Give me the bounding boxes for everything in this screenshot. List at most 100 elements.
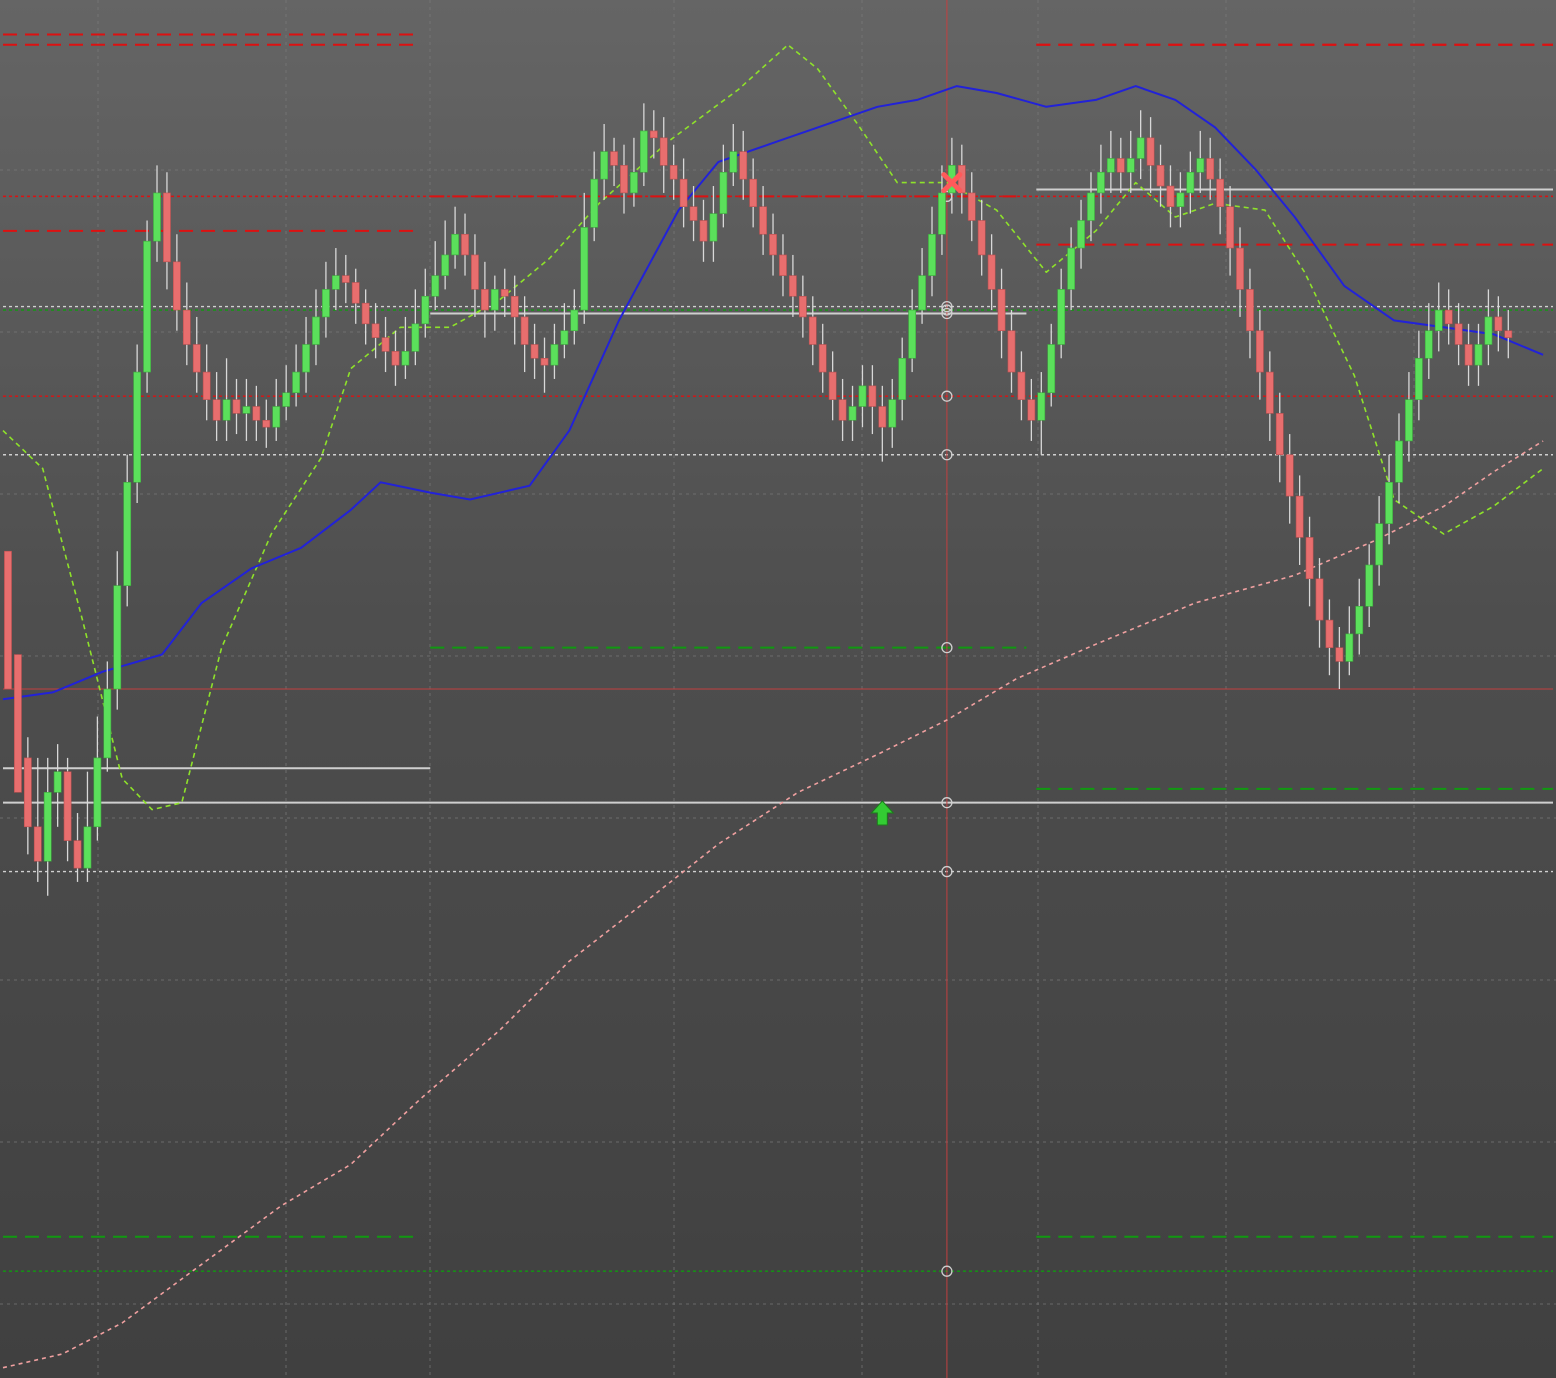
bear-candle[interactable] (1504, 310, 1513, 359)
bull-candle[interactable] (292, 344, 300, 407)
bear-candle[interactable] (1027, 378, 1036, 441)
bull-candle[interactable] (143, 220, 151, 393)
bull-candle[interactable] (1057, 268, 1066, 359)
bear-candle[interactable] (391, 330, 400, 386)
bull-candle[interactable] (312, 289, 320, 366)
bull-candle[interactable] (550, 323, 559, 379)
bull-candle[interactable] (242, 378, 251, 441)
bull-candle[interactable] (1365, 544, 1374, 627)
bull-candle[interactable] (1047, 323, 1056, 407)
bull-candle[interactable] (948, 137, 956, 214)
bear-candle[interactable] (997, 268, 1006, 359)
bear-candle[interactable] (1315, 558, 1324, 648)
bear-candle[interactable] (1275, 392, 1284, 483)
bear-candle[interactable] (649, 110, 658, 159)
bear-candle[interactable] (1325, 599, 1334, 676)
bear-candle[interactable] (361, 289, 370, 345)
bull-candle[interactable] (1037, 372, 1046, 455)
bull-candle[interactable] (1395, 413, 1403, 503)
bear-candle[interactable] (1454, 303, 1463, 366)
bear-candle[interactable] (461, 213, 469, 276)
bull-candle[interactable] (451, 206, 459, 269)
bull-candle[interactable] (590, 151, 599, 242)
bull-candle[interactable] (1345, 606, 1354, 676)
bull-candle[interactable] (1186, 151, 1195, 214)
bear-candle[interactable] (957, 144, 966, 214)
bull-candle[interactable] (133, 344, 142, 503)
bull-candle[interactable] (1405, 372, 1413, 462)
candle-layer[interactable] (4, 103, 1513, 896)
bull-candle[interactable] (222, 358, 231, 441)
bear-candle[interactable] (977, 199, 986, 276)
bull-candle[interactable] (848, 385, 857, 441)
bear-candle[interactable] (1335, 626, 1344, 689)
bear-candle[interactable] (838, 378, 847, 441)
bear-candle[interactable] (669, 144, 678, 200)
bull-candle[interactable] (123, 454, 132, 607)
up-arrow-icon[interactable] (870, 800, 895, 826)
bull-candle[interactable] (322, 261, 330, 338)
bull-candle[interactable] (918, 248, 926, 324)
bear-candle[interactable] (779, 234, 787, 297)
bull-candle[interactable] (103, 661, 112, 772)
bear-candle[interactable] (33, 757, 42, 882)
bull-candle[interactable] (709, 186, 718, 262)
bear-candle[interactable] (163, 172, 171, 290)
bear-candle[interactable] (1116, 137, 1125, 193)
bull-candle[interactable] (729, 124, 738, 187)
bull-candle[interactable] (1424, 303, 1433, 379)
bull-candle[interactable] (153, 165, 161, 262)
bear-candle[interactable] (481, 261, 489, 338)
bear-candle[interactable] (1256, 310, 1264, 400)
bear-candle[interactable] (232, 378, 241, 435)
bear-candle[interactable] (1285, 434, 1294, 524)
bear-candle[interactable] (471, 234, 479, 317)
bull-candle[interactable] (53, 744, 62, 827)
bull-candle[interactable] (1067, 227, 1075, 311)
chart-canvas[interactable] (0, 0, 1556, 1378)
bull-candle[interactable] (898, 337, 907, 421)
bear-candle[interactable] (1444, 289, 1453, 345)
bear-candle[interactable] (1206, 137, 1215, 200)
bear-candle[interactable] (699, 199, 708, 262)
bull-candle[interactable] (1077, 199, 1085, 269)
bear-candle[interactable] (202, 344, 211, 421)
bull-candle[interactable] (560, 303, 569, 359)
bear-candle[interactable] (739, 130, 748, 200)
bull-candle[interactable] (93, 716, 102, 841)
bull-candle[interactable] (1484, 289, 1493, 366)
bear-candle[interactable] (540, 337, 549, 393)
bear-candle[interactable] (798, 275, 807, 338)
bear-candle[interactable] (818, 323, 827, 393)
bull-candle[interactable] (938, 165, 946, 255)
bear-candle[interactable] (749, 158, 758, 228)
bear-candle[interactable] (1305, 516, 1314, 607)
bear-candle[interactable] (1146, 117, 1155, 193)
bull-candle[interactable] (1176, 172, 1185, 228)
bear-candle[interactable] (252, 385, 261, 441)
bear-candle[interactable] (182, 282, 191, 366)
bull-candle[interactable] (282, 365, 291, 421)
bear-candle[interactable] (1236, 227, 1244, 317)
bull-candle[interactable] (1106, 130, 1115, 193)
bull-candle[interactable] (888, 378, 897, 448)
bear-candle[interactable] (1216, 158, 1225, 235)
bear-candle[interactable] (381, 316, 390, 373)
candlestick-chart[interactable] (0, 0, 1556, 1378)
bear-candle[interactable] (610, 137, 618, 187)
bull-candle[interactable] (570, 289, 579, 345)
bull-candle[interactable] (1196, 130, 1205, 193)
bull-candle[interactable] (272, 378, 281, 441)
bull-candle[interactable] (1097, 144, 1105, 214)
bear-candle[interactable] (212, 372, 221, 441)
bull-candle[interactable] (719, 144, 728, 228)
bear-candle[interactable] (1494, 296, 1503, 352)
bear-candle[interactable] (1464, 323, 1473, 386)
bear-candle[interactable] (1017, 351, 1026, 421)
bull-candle[interactable] (1375, 496, 1383, 586)
bull-candle[interactable] (1414, 330, 1423, 421)
bull-candle[interactable] (411, 289, 420, 366)
bull-candle[interactable] (1385, 454, 1393, 545)
bear-candle[interactable] (967, 172, 976, 242)
bear-candle[interactable] (828, 351, 837, 421)
